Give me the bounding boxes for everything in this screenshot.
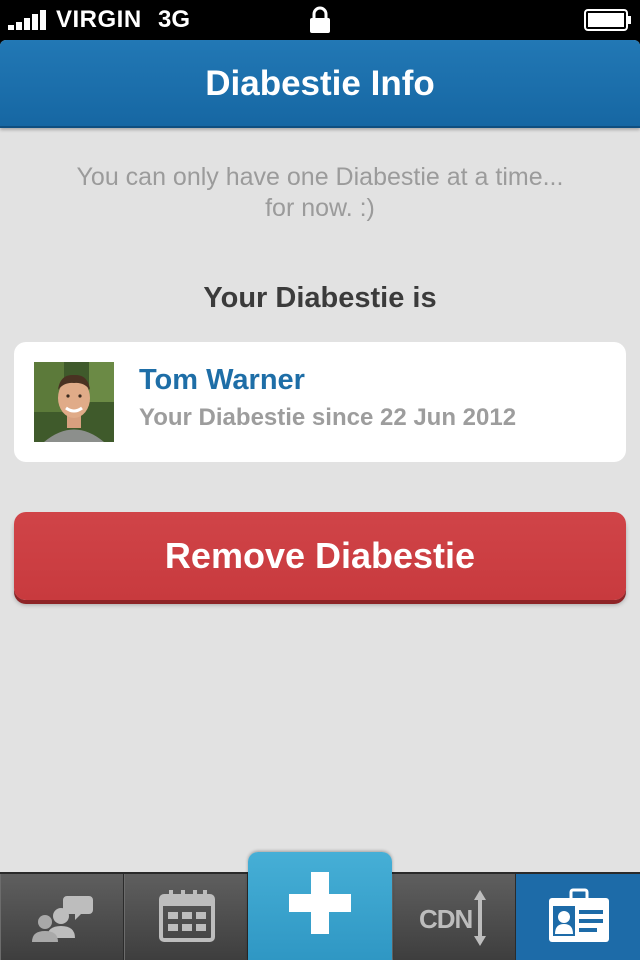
diabestie-since: Your Diabestie since 22 Jun 2012	[139, 404, 517, 431]
page-title: Diabestie Info	[205, 64, 435, 103]
tab-add[interactable]	[248, 852, 392, 960]
cdn-arrows-icon	[474, 890, 486, 946]
network-label: 3G	[158, 6, 191, 33]
community-icon	[32, 896, 93, 942]
section-label: Your Diabestie is	[203, 282, 437, 314]
lock-icon	[310, 6, 330, 33]
carrier-label: VIRGIN	[56, 6, 142, 33]
battery-icon	[584, 9, 631, 31]
status-bar: VIRGIN 3G	[0, 0, 640, 40]
tab-profile[interactable]	[516, 874, 640, 960]
nav-bar: Diabestie Info	[0, 40, 640, 128]
tab-cdn[interactable]: CDN	[392, 874, 516, 960]
cdn-icon: CDN	[419, 904, 473, 934]
diabestie-name: Tom Warner	[139, 364, 305, 396]
remove-diabestie-button[interactable]: Remove Diabestie	[14, 512, 626, 600]
tab-community[interactable]	[0, 874, 124, 960]
notice-text: You can only have one Diabestie at a tim…	[76, 163, 564, 222]
app-screen: Diabestie Info You can only have one Dia…	[0, 40, 640, 960]
calendar-icon	[159, 890, 215, 942]
avatar	[34, 362, 114, 442]
diabestie-card[interactable]: Tom Warner Your Diabestie since 22 Jun 2…	[14, 342, 626, 462]
signal-icon	[8, 10, 52, 30]
tab-calendar[interactable]	[124, 874, 248, 960]
add-plus-icon	[289, 872, 351, 934]
id-card-icon	[549, 888, 609, 942]
